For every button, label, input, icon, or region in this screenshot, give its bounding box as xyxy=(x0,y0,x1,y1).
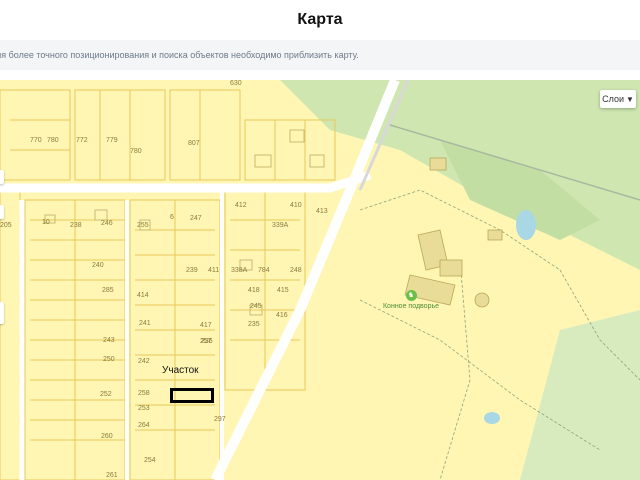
plot-number: 248 xyxy=(290,267,302,274)
plot-number: 411 xyxy=(208,267,220,274)
plot-number: 252 xyxy=(100,391,112,398)
plot-number: 780 xyxy=(47,137,59,144)
cadastral-map[interactable]: 630 770 780 772 779 780 807 412 410 413 339А 205 10 2… xyxy=(0,80,640,480)
plot-number: 255 xyxy=(137,222,149,229)
layers-button[interactable]: Слои ▼ xyxy=(600,90,636,108)
plot-number: 250 xyxy=(103,356,115,363)
plot-number: 418 xyxy=(248,287,260,294)
pond-small xyxy=(484,412,500,424)
plot-number: 410 xyxy=(290,202,302,209)
poi-horse-yard[interactable]: ♞ Конное подворье xyxy=(381,290,441,310)
plot-number: 205 xyxy=(0,222,12,229)
page-header: Карта xyxy=(0,0,640,40)
plot-number: 285 xyxy=(102,287,114,294)
zoom-notice-text: ля более точного позиционирования и поис… xyxy=(0,50,359,60)
plot-number: 261 xyxy=(106,472,118,479)
parcel-outline[interactable] xyxy=(170,388,214,403)
plot-number: 770 xyxy=(30,137,42,144)
plot-number: 630 xyxy=(230,80,242,87)
map-control-3[interactable] xyxy=(0,302,4,324)
plot-number: 416 xyxy=(276,312,288,319)
plot-number: 257 xyxy=(200,338,212,345)
plot-number: 784 xyxy=(258,267,270,274)
plot-number: 243 xyxy=(103,337,115,344)
map-control-1[interactable] xyxy=(0,170,4,184)
plot-number: 772 xyxy=(76,137,88,144)
pond xyxy=(516,210,536,240)
plot-number: 239 xyxy=(186,267,198,274)
plot-number: 297 xyxy=(214,416,226,423)
plot-number: 413 xyxy=(316,208,328,215)
layers-button-label: Слои xyxy=(602,94,624,104)
plot-number: 247 xyxy=(190,215,202,222)
plot-number: 417 xyxy=(200,322,212,329)
plot-number: 254 xyxy=(144,457,156,464)
plot-number: 253 xyxy=(138,405,150,412)
plot-number: 807 xyxy=(188,140,200,147)
page-title: Карта xyxy=(297,11,343,28)
plot-number: 241 xyxy=(139,320,151,327)
plot-number: 6 xyxy=(170,214,174,221)
plot-number: 242 xyxy=(138,358,150,365)
plot-number: 339А xyxy=(272,222,289,229)
map-control-2[interactable] xyxy=(0,205,4,219)
plot-number: 779 xyxy=(106,137,118,144)
horse-icon: ♞ xyxy=(405,290,417,301)
map-canvas[interactable] xyxy=(0,80,640,480)
plot-grid xyxy=(0,89,336,480)
plot-number: 415 xyxy=(277,287,289,294)
plot-number: 260 xyxy=(101,433,113,440)
plot-number: 412 xyxy=(235,202,247,209)
plot-number: 414 xyxy=(137,292,149,299)
plot-number: 240 xyxy=(92,262,104,269)
plot-number: 238 xyxy=(70,222,82,229)
plot-number: 780 xyxy=(130,148,142,155)
zoom-notice: ля более точного позиционирования и поис… xyxy=(0,40,640,70)
plot-number: 264 xyxy=(138,422,150,429)
chevron-down-icon: ▼ xyxy=(625,94,634,104)
poi-label: Конное подворье xyxy=(382,303,439,310)
plot-number: 235 xyxy=(248,321,260,328)
plot-number: 338А xyxy=(231,267,248,274)
plot-number: 10 xyxy=(42,219,50,226)
forest-area-2 xyxy=(520,310,640,480)
plot-number: 258 xyxy=(138,390,150,397)
plot-number: 245 xyxy=(250,303,262,310)
parcel-label: Участок xyxy=(162,365,199,376)
plot-number: 246 xyxy=(101,220,113,227)
